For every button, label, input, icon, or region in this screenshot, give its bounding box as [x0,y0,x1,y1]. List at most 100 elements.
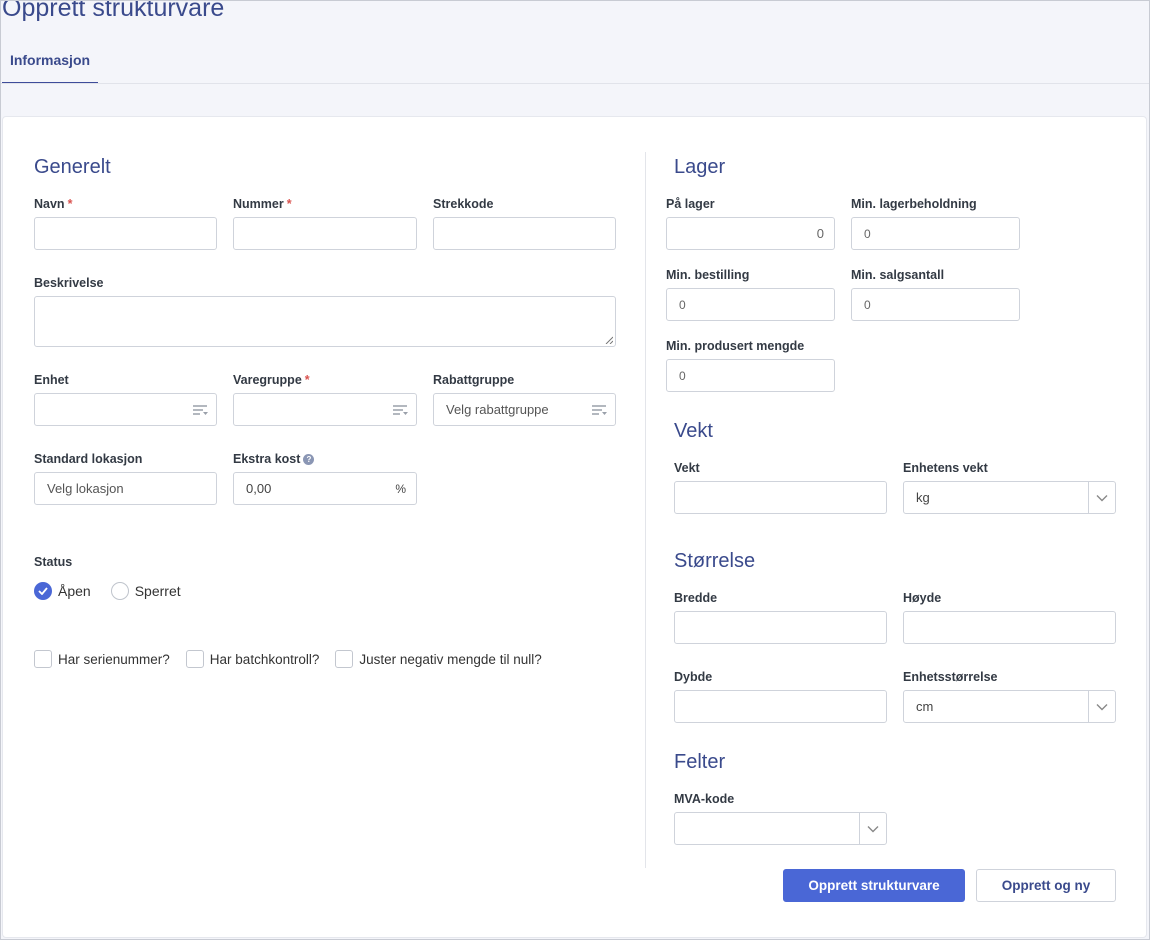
select-separator [1088,691,1089,722]
unit-weight-label: Enhetens vekt [903,461,988,475]
unit-size-select[interactable] [903,690,1116,723]
help-icon[interactable]: ? [303,454,315,465]
status-option-label: Åpen [58,583,91,599]
min-produced-qty-input[interactable] [667,360,834,391]
standard-location-label: Standard lokasjon [34,452,143,466]
unit-label: Enhet [34,373,69,387]
extra-cost-input[interactable] [234,473,416,504]
list-filter-icon[interactable] [591,404,607,416]
min-produced-qty-label: Min. produsert mengde [666,339,805,353]
create-and-new-button[interactable]: Opprett og ny [976,869,1116,902]
unit-size-label: Enhetsstørrelse [903,670,998,684]
barcode-field[interactable] [433,217,616,250]
min-stock-input[interactable] [852,218,1019,249]
product-group-input[interactable] [234,394,416,425]
min-order-field[interactable] [666,288,835,321]
list-filter-icon[interactable] [192,404,208,416]
extra-cost-label: Ekstra kost? [233,452,315,466]
number-input[interactable] [234,218,416,249]
required-marker: * [286,197,292,211]
depth-input[interactable] [675,691,886,722]
depth-field[interactable] [674,690,887,723]
unit-size-value[interactable] [904,691,1115,722]
select-separator [1088,482,1089,513]
column-divider [645,152,646,868]
required-marker: * [304,373,310,387]
weight-field[interactable] [674,481,887,514]
chevron-down-icon[interactable] [1096,494,1108,502]
standard-location-field[interactable] [34,472,217,505]
status-label: Status [34,555,73,569]
on-stock-input[interactable] [667,218,834,249]
chevron-down-icon[interactable] [867,825,879,833]
width-field[interactable] [674,611,887,644]
min-stock-field[interactable] [851,217,1020,250]
height-input[interactable] [904,612,1115,643]
standard-location-input[interactable] [35,473,216,504]
description-field[interactable] [34,296,616,347]
unit-weight-select[interactable] [903,481,1116,514]
name-input[interactable] [35,218,216,249]
discount-group-label: Rabattgruppe [433,373,515,387]
create-structure-item-button[interactable]: Opprett strukturvare [783,869,965,902]
product-group-label: Varegruppe * [233,373,310,387]
width-label: Bredde [674,591,718,605]
batch-control-checkbox[interactable] [185,650,204,668]
unit-weight-value[interactable] [904,482,1115,513]
section-heading-general: Generelt [34,156,111,178]
status-radio-group: Åpen Sperret [34,582,201,600]
negative-to-zero-checkbox[interactable] [335,650,354,668]
vat-code-select[interactable] [674,812,887,845]
tab-divider [1,83,1149,84]
unit-picker[interactable] [34,393,217,426]
on-stock-field[interactable] [666,217,835,250]
discount-group-input[interactable] [434,394,615,425]
number-field[interactable] [233,217,417,250]
extra-cost-field[interactable]: % [233,472,417,505]
weight-label: Vekt [674,461,700,475]
min-order-input[interactable] [667,289,834,320]
unit-input[interactable] [35,394,216,425]
min-sales-qty-input[interactable] [852,289,1019,320]
resize-grip-icon[interactable] [605,336,613,344]
serial-number-checkbox[interactable] [34,650,52,668]
percent-suffix: % [395,482,406,496]
vat-code-value[interactable] [675,813,886,844]
name-field[interactable] [34,217,217,250]
page-title: Opprett strukturvare [2,0,225,22]
min-order-label: Min. bestilling [666,268,750,282]
vat-code-label: MVA-kode [674,792,735,806]
weight-input[interactable] [675,482,886,513]
status-option-label: Sperret [134,583,181,599]
min-stock-label: Min. lagerbeholdning [851,197,977,211]
depth-label: Dybde [674,670,713,684]
number-label: Nummer * [233,197,292,211]
on-stock-label: På lager [666,197,715,211]
height-field[interactable] [903,611,1116,644]
section-heading-fields: Felter [674,751,726,773]
barcode-input[interactable] [434,218,615,249]
checkbox-label: Juster negativ mengde til null? [359,651,542,667]
checkbox-label: Har batchkontroll? [209,651,320,667]
section-heading-weight: Vekt [674,420,713,442]
status-radio-open[interactable] [34,582,52,600]
tab-informasjon[interactable]: Informasjon [2,40,98,84]
description-textarea[interactable] [35,297,615,346]
select-separator [859,813,860,844]
name-label: Navn * [34,197,73,211]
width-input[interactable] [675,612,886,643]
list-filter-icon[interactable] [392,404,408,416]
discount-group-picker[interactable] [433,393,616,426]
min-sales-qty-label: Min. salgsantall [851,268,945,282]
status-radio-blocked[interactable] [110,582,129,600]
product-group-picker[interactable] [233,393,417,426]
height-label: Høyde [903,591,942,605]
description-label: Beskrivelse [34,276,104,290]
section-heading-stock: Lager [674,156,726,178]
checkbox-label: Har serienummer? [58,651,170,667]
min-sales-qty-field[interactable] [851,288,1020,321]
section-heading-size: Størrelse [674,550,756,572]
chevron-down-icon[interactable] [1096,703,1108,711]
required-marker: * [67,197,73,211]
min-produced-qty-field[interactable] [666,359,835,392]
